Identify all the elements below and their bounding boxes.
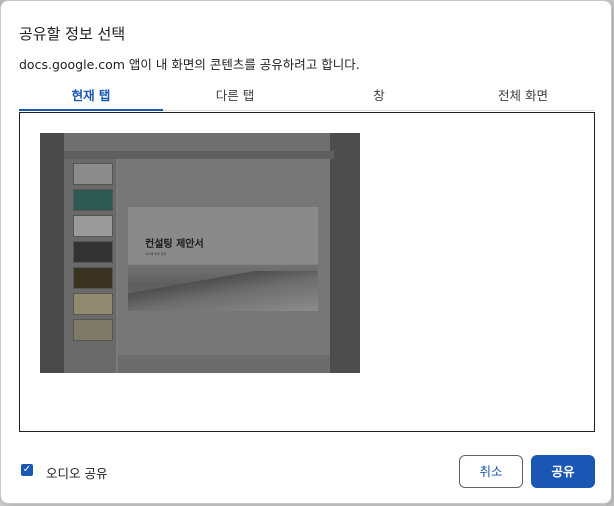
dialog-subtitle: docs.google.com 앱이 내 화면의 콘텐츠를 공유하려고 합니다. <box>19 57 360 72</box>
preview-slide-subtitle: 여기에 부제 입력 <box>145 252 167 256</box>
tab-entire-screen[interactable]: 전체 화면 <box>451 81 595 110</box>
preview-toolbar <box>64 151 334 159</box>
preview-area: 컨설팅 제안서 여기에 부제 입력 <box>19 112 595 432</box>
share-tabs: 현재 탭 다른 탭 창 전체 화면 <box>19 81 595 111</box>
preview-notes <box>118 355 330 373</box>
preview-topbar <box>40 133 360 151</box>
preview-slide-thumb <box>73 163 113 185</box>
tab-current-tab[interactable]: 현재 탭 <box>19 81 163 111</box>
preview-slide-thumb <box>73 267 113 289</box>
preview-slide-title: 컨설팅 제안서 <box>145 239 204 250</box>
preview-left-gutter <box>40 133 64 373</box>
check-icon: ✓ <box>22 464 32 475</box>
dialog-title: 공유할 정보 선택 <box>19 25 126 43</box>
preview-slide-thumb <box>73 241 113 263</box>
preview-right-gutter <box>330 133 360 373</box>
tab-other-tab[interactable]: 다른 탭 <box>163 81 307 110</box>
tab-window[interactable]: 창 <box>307 81 451 110</box>
audio-share-checkbox[interactable]: ✓ <box>21 464 33 476</box>
preview-slide-thumb <box>73 293 113 315</box>
preview-slide-thumb <box>73 215 113 237</box>
tab-preview-thumbnail[interactable]: 컨설팅 제안서 여기에 부제 입력 <box>40 133 360 373</box>
share-dialog: 공유할 정보 선택 docs.google.com 앱이 내 화면의 콘텐츠를 … <box>0 0 612 504</box>
share-button[interactable]: 공유 <box>531 455 595 488</box>
cancel-button[interactable]: 취소 <box>459 455 523 488</box>
preview-slide-thumb <box>73 319 113 341</box>
audio-share-label: 오디오 공유 <box>46 466 108 481</box>
preview-slide-thumb <box>73 189 113 211</box>
preview-slide-image <box>128 271 318 311</box>
